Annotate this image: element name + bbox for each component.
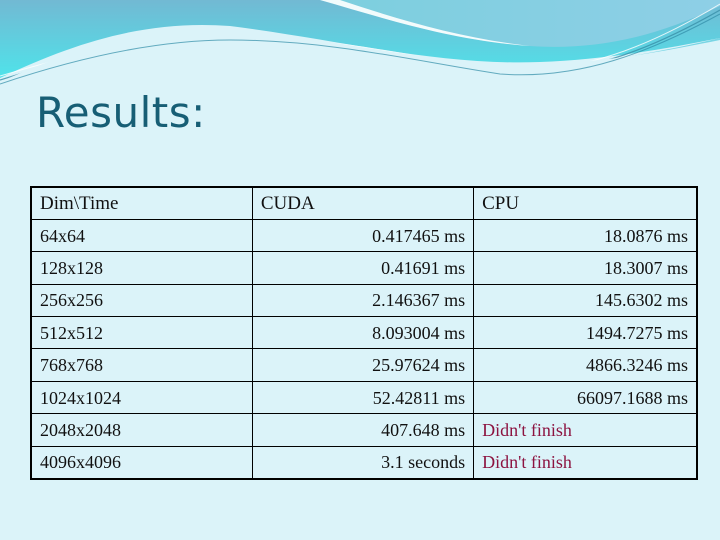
dim-cell: 512x512 <box>30 316 253 350</box>
cpu-time-cell: 18.3007 ms <box>473 251 698 285</box>
results-table: Dim\Time CUDA CPU 64x64 0.417465 ms 18.0… <box>30 186 698 480</box>
cuda-time-cell: 2.146367 ms <box>251 283 475 318</box>
cpu-did-not-finish-cell: Didn't finish <box>473 413 698 447</box>
cuda-time-cell: 3.1 seconds <box>251 445 475 480</box>
table-row: 256x256 2.146367 ms 145.6302 ms <box>30 283 698 318</box>
dim-cell: 2048x2048 <box>30 413 253 447</box>
table-header-row: Dim\Time CUDA CPU <box>30 186 698 220</box>
dim-cell: 4096x4096 <box>30 445 253 480</box>
header-wave-decoration <box>0 0 720 90</box>
dim-cell: 1024x1024 <box>30 380 253 415</box>
table-row: 768x768 25.97624 ms 4866.3246 ms <box>30 348 698 382</box>
cuda-time-cell: 407.648 ms <box>251 413 475 447</box>
dim-cell: 64x64 <box>30 218 253 253</box>
cuda-time-cell: 0.417465 ms <box>251 218 475 253</box>
table-row: 2048x2048 407.648 ms Didn't finish <box>30 413 698 447</box>
slide-title: Results: <box>36 88 206 137</box>
table-row: 1024x1024 52.42811 ms 66097.1688 ms <box>30 380 698 415</box>
cuda-time-cell: 25.97624 ms <box>251 348 475 382</box>
cpu-time-cell: 4866.3246 ms <box>473 348 698 382</box>
table-row: 64x64 0.417465 ms 18.0876 ms <box>30 218 698 253</box>
header-dim-time: Dim\Time <box>30 186 253 220</box>
cuda-time-cell: 52.42811 ms <box>251 380 475 415</box>
cuda-time-cell: 8.093004 ms <box>251 316 475 350</box>
cpu-time-cell: 1494.7275 ms <box>473 316 698 350</box>
table-row: 128x128 0.41691 ms 18.3007 ms <box>30 251 698 285</box>
cuda-time-cell: 0.41691 ms <box>251 251 475 285</box>
header-cpu: CPU <box>473 186 698 220</box>
dim-cell: 256x256 <box>30 283 253 318</box>
dim-cell: 768x768 <box>30 348 253 382</box>
header-cuda: CUDA <box>251 186 475 220</box>
cpu-time-cell: 145.6302 ms <box>473 283 698 318</box>
dim-cell: 128x128 <box>30 251 253 285</box>
cpu-time-cell: 18.0876 ms <box>473 218 698 253</box>
table-row: 512x512 8.093004 ms 1494.7275 ms <box>30 316 698 350</box>
cpu-did-not-finish-cell: Didn't finish <box>473 445 698 480</box>
cpu-time-cell: 66097.1688 ms <box>473 380 698 415</box>
table-row: 4096x4096 3.1 seconds Didn't finish <box>30 445 698 480</box>
